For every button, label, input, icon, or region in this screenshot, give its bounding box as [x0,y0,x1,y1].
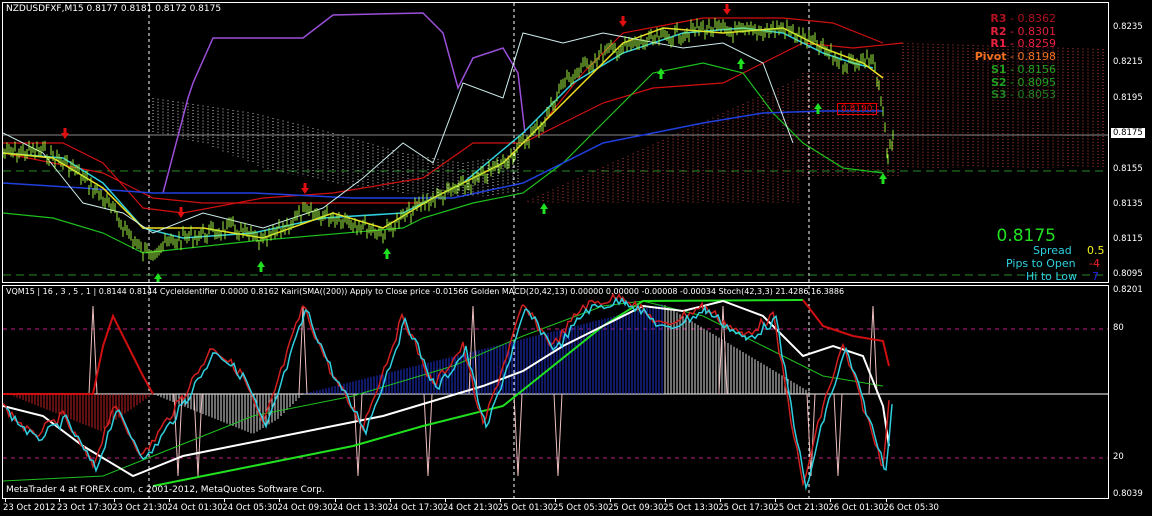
tick-mark [5,499,6,502]
spread-value: 0.5 [1087,244,1105,257]
buy-arrow-icon [657,68,665,79]
time-tick: 23 Oct 17:30 [57,503,113,513]
tick-mark [775,499,777,502]
pips-to-open-value: -4 [1089,257,1100,270]
tick-mark [389,499,391,502]
indicator-tick: 80 [1113,323,1124,333]
main-price-chart[interactable]: NZDUSDFXF,M15 0.8177 0.8181 0.8172 0.817… [2,2,1109,283]
price-tick: 0.8235 [1113,22,1143,32]
pivot-s3: S3 - 0.8053 [990,88,1056,102]
tick-mark [830,499,832,502]
indicator-header: VQM15 | 16 , 3 , 5 , 1 | 0.8144 0.8144 C… [6,287,845,296]
time-tick: 25 Oct 13:30 [663,503,719,513]
tick-mark [59,499,60,502]
buy-arrow-icon [879,173,887,184]
time-tick: 25 Oct 21:30 [773,503,829,513]
cycle-spike [513,393,523,477]
indicator-plot [3,286,1108,498]
tick-mark [554,499,556,502]
indicator-tick: 20 [1113,452,1124,462]
time-tick: 25 Oct 01:30 [497,503,554,513]
current-price-display: 0.8175 [996,226,1056,246]
tick-mark [665,499,667,502]
current-price-tick: 0.8175 [1111,128,1145,138]
buy-arrow-icon [383,248,391,259]
tick-mark [169,499,171,502]
time-tick: 24 Oct 17:30 [387,503,444,513]
price-tick: 0.8195 [1113,93,1143,103]
tick-mark [885,499,887,502]
buy-arrow-icon [540,203,548,214]
hi-to-low-value: 7 [1092,270,1099,283]
time-tick: 23 Oct 21:30 [112,503,168,513]
cyan-ma-line [3,27,874,239]
upper-red-band [3,313,154,395]
price-tick: 0.8215 [1113,57,1143,67]
buy-arrow-icon [154,273,162,282]
yellow-ma-line [3,27,884,239]
pivot-s2: S2 - 0.8095 [990,75,1056,89]
tick-mark [279,499,281,502]
price-tick: 0.8155 [1113,164,1143,174]
cycle-spike [423,393,433,477]
spread-label: Spread [1033,244,1072,257]
time-tick: 25 Oct 17:30 [718,503,774,513]
tick-mark [444,499,446,502]
price-tick: 0.8115 [1113,234,1143,244]
tick-mark [114,499,116,502]
tick-mark [720,499,722,502]
tick-mark [610,499,611,502]
hi-to-low-label: Hi to Low [1026,270,1078,283]
time-tick: 24 Oct 13:30 [332,503,388,513]
time-tick: 23 Oct 2012 [3,503,56,513]
red-band-right [802,299,890,367]
blue-ma-line [3,110,883,199]
time-tick: 24 Oct 01:30 [167,503,223,513]
cycle-spike [353,393,363,477]
tick-mark [224,499,226,502]
cycle-spike [193,393,203,477]
indicator-tick: 0.8201 [1113,285,1143,295]
sell-arrow-icon [619,16,627,27]
price-tick: 0.8135 [1113,199,1143,209]
time-tick: 26 Oct 05:30 [883,503,939,513]
price-plot [3,3,1108,282]
buy-arrow-icon [737,58,745,69]
copyright-text: MetaTrader 4 at FOREX.com, c 2001-2012, … [6,485,325,495]
sell-arrow-icon [177,207,185,218]
symbol-header: NZDUSDFXF,M15 0.8177 0.8181 0.8172 0.817… [6,4,222,14]
cycle-spike [833,393,843,477]
time-tick: 24 Oct 21:30 [442,503,499,513]
buy-arrow-icon [814,103,822,114]
pivot-r1: R1 - 0.8259 [990,37,1056,51]
pivot-r2: R2 - 0.8301 [990,24,1056,38]
time-tick: 24 Oct 09:30 [277,503,333,513]
sell-arrow-icon [61,128,69,139]
buy-arrow-icon [257,261,265,272]
pivot-r3: R3 - 0.8362 [990,12,1056,25]
time-tick: 24 Oct 05:30 [222,503,278,513]
tick-mark [499,499,501,502]
tick-mark [334,499,336,502]
time-tick: 25 Oct 09:30 [608,503,664,513]
time-tick: 26 Oct 01:30 [828,503,884,513]
pips-to-open-label: Pips to Open [1006,257,1076,270]
sell-arrow-icon [723,4,731,15]
cycle-spike [718,305,728,395]
tenkan-purple-line [162,12,526,194]
sell-arrow-icon [301,183,309,194]
indicator-tick: 0.8039 [1113,489,1143,499]
indicator-subwindow[interactable]: VQM15 | 16 , 3 , 5 , 1 | 0.8144 0.8144 C… [2,285,1109,499]
lower-band-line [3,62,884,254]
pivot-s1: S1 - 0.8156 [990,62,1056,76]
level-price-label: 0.8190 [837,103,877,115]
pivot-pivot: Pivot - 0.8198 [974,50,1056,64]
price-tick: 0.8095 [1113,269,1143,279]
cycle-spike [553,393,563,477]
time-tick: 25 Oct 05:30 [552,503,609,513]
